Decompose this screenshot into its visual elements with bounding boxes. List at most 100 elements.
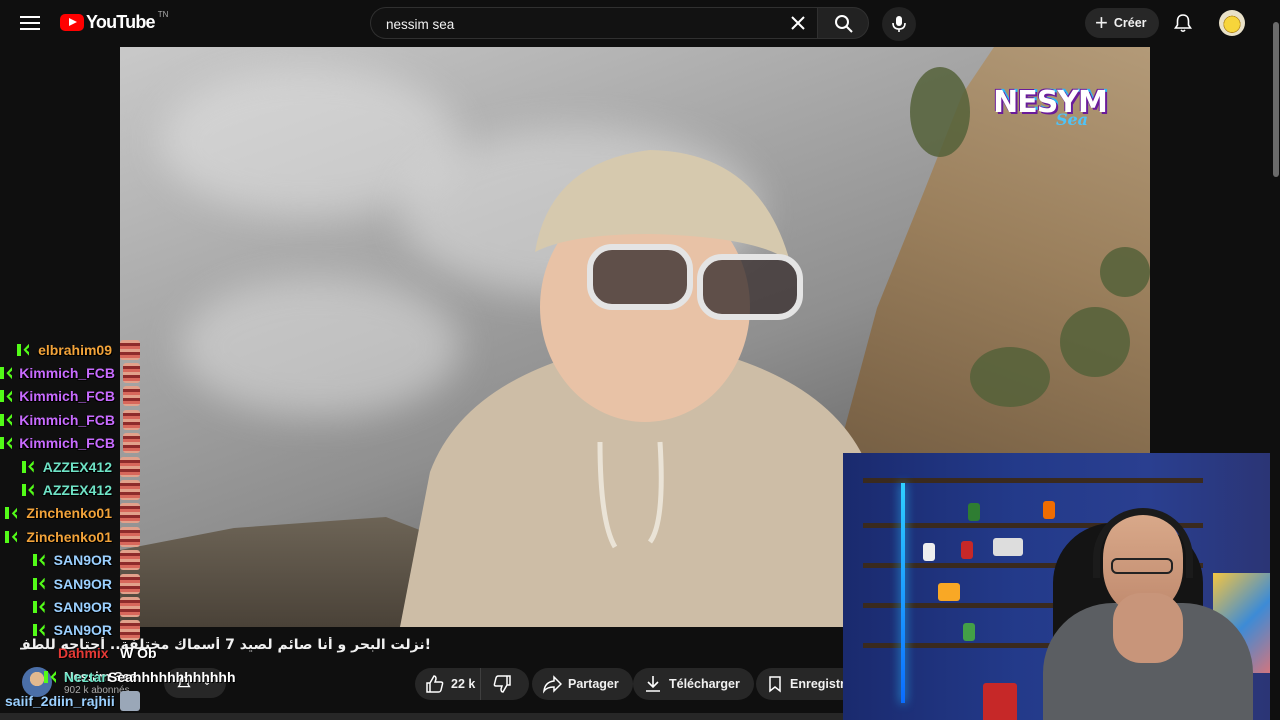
chat-row: AZZEX412: [0, 478, 140, 501]
create-button[interactable]: + Créer: [1085, 8, 1159, 38]
kick-icon: [32, 600, 45, 613]
close-icon[interactable]: [789, 14, 807, 32]
chat-username: saiif_2diin_rajhii: [5, 693, 115, 709]
chat-username: Zinchenko01: [26, 505, 112, 522]
figurine: [968, 503, 980, 521]
kick-icon: [32, 554, 45, 567]
page-scrollbar[interactable]: [1270, 0, 1280, 720]
scrollbar-thumb[interactable]: [1273, 22, 1279, 177]
chat-emote: [120, 550, 140, 571]
account-avatar[interactable]: [1219, 10, 1245, 36]
chat-message: W Ob: [120, 645, 157, 661]
chat-row: Kimmich_FCB: [0, 385, 140, 408]
search-input[interactable]: [384, 8, 768, 40]
chat-username: elbrahim09: [38, 341, 112, 358]
like-count: 22 k: [451, 677, 476, 691]
shrub: [1100, 247, 1150, 297]
kick-icon: [21, 484, 34, 497]
bookmark-icon: [769, 676, 781, 693]
chat-row: Kimmich_FCB: [0, 432, 140, 455]
shelf: [863, 478, 1203, 483]
save-button[interactable]: Enregistrer: [756, 668, 843, 700]
kick-icon: [44, 670, 65, 686]
kick-icon: [5, 507, 17, 520]
chat-row: SAN9OR: [0, 549, 140, 572]
chat-emote: [122, 363, 140, 384]
like-dislike-group: 22 k: [415, 668, 529, 700]
watermark-sub: Sea: [1055, 110, 1089, 129]
search-box: [370, 7, 817, 40]
chat-message: Seahhhhhhhhhhhh: [108, 669, 236, 685]
chat-emote: [120, 480, 140, 501]
chat-emote: [120, 456, 140, 477]
region-code: TN: [157, 10, 169, 19]
chat-row: Zinchenko01: [0, 525, 140, 548]
led-strip: [901, 483, 905, 703]
dislike-button[interactable]: [481, 668, 529, 700]
chat-username: Zinchenko01: [26, 528, 112, 545]
chat-emote: [122, 433, 140, 454]
shrub: [970, 347, 1050, 407]
chat-row: Kimmich_FCB: [0, 408, 140, 431]
create-label: Créer: [1113, 16, 1147, 30]
save-label: Enregistrer: [790, 677, 843, 691]
kick-icon: [0, 367, 10, 380]
chat-row: elbrahim09: [0, 338, 140, 361]
youtube-play-icon: [60, 14, 84, 31]
chat-username: SAN9OR: [53, 575, 112, 592]
kick-icon: [0, 390, 10, 403]
chat-emote: [120, 526, 140, 547]
share-icon: [542, 675, 562, 694]
chat-username: SAN9OR: [53, 598, 112, 615]
share-button[interactable]: Partager: [532, 668, 633, 700]
share-label: Partager: [568, 677, 619, 691]
bell-icon[interactable]: [1172, 12, 1194, 34]
chat-row: SAN9OR: [0, 572, 140, 595]
download-button[interactable]: Télécharger: [633, 668, 754, 700]
search-button[interactable]: [817, 7, 869, 39]
person-in-video: [400, 150, 900, 627]
download-label: Télécharger: [669, 677, 740, 691]
chat-emote: [122, 409, 140, 430]
streamer-hand: [1113, 593, 1183, 663]
chat-username: Kimmich_FCB: [19, 365, 115, 382]
kick-icon: [21, 460, 34, 473]
red-mug: [983, 683, 1017, 720]
shrub: [910, 67, 970, 157]
download-icon: [646, 676, 660, 692]
chat-emote: [120, 503, 140, 524]
chat-row: Zinchenko01: [0, 502, 140, 525]
kick-icon: [32, 577, 45, 590]
chat-username: AZZEX412: [42, 458, 112, 475]
chat-username: Dahmix: [58, 645, 109, 661]
figurine: [923, 543, 935, 561]
chat-username: AZZEX412: [42, 482, 112, 499]
masthead: YouTube TN + Créer: [0, 0, 1280, 46]
chat-emote: [120, 596, 140, 617]
chat-emote: [120, 691, 140, 714]
kick-icon: [0, 413, 10, 426]
shrub: [1060, 307, 1130, 377]
streamer-webcam: [843, 453, 1280, 720]
live-chat-overlay: elbrahim09 Kimmich_FCB Kimmich_FCB Kimmich_…: [0, 338, 140, 642]
voice-search-button[interactable]: [882, 7, 916, 41]
chat-emote: [120, 573, 140, 594]
thumbs-up-icon: [426, 675, 444, 693]
kick-icon: [5, 530, 17, 543]
chat-row: AZZEX412: [0, 455, 140, 478]
bottom-strip: [0, 713, 843, 720]
chat-username: Neztar: [64, 669, 107, 685]
menu-icon[interactable]: [18, 12, 42, 34]
chat-username: Kimmich_FCB: [19, 411, 115, 428]
logo-text: YouTube: [86, 12, 156, 32]
kick-icon: [17, 343, 29, 356]
figurine: [938, 583, 960, 601]
youtube-logo[interactable]: YouTube TN: [60, 10, 169, 33]
search-icon: [835, 15, 853, 33]
channel-watermark: NESYM Sea: [980, 85, 1120, 155]
books: [993, 538, 1023, 556]
like-button[interactable]: 22 k: [415, 668, 481, 700]
kick-icon: [0, 437, 10, 450]
chat-emote: [120, 620, 140, 641]
figurine: [963, 623, 975, 641]
